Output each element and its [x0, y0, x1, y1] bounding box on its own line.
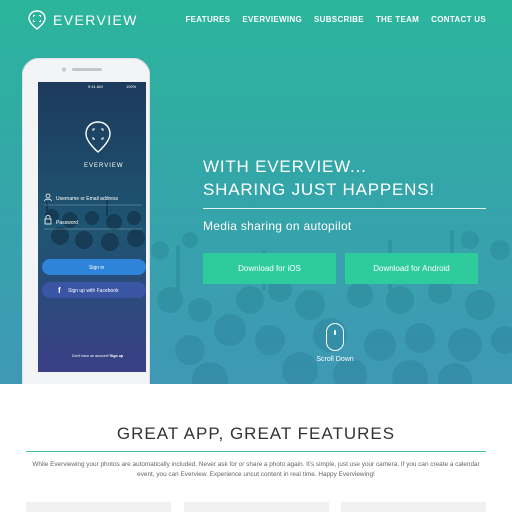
- location-pin-icon: [28, 10, 46, 30]
- hero-headline-line-1: WITH EVERVIEW...: [203, 157, 367, 176]
- nav-item-the-team[interactable]: THE TEAM: [376, 15, 419, 24]
- app-name: EVERVIEW: [84, 163, 124, 169]
- password-field[interactable]: Password: [56, 220, 78, 226]
- mouse-wheel: [334, 330, 336, 335]
- username-field[interactable]: Username or Email address: [56, 196, 118, 202]
- sign-up-link[interactable]: Sign up: [110, 354, 124, 358]
- phone-status-battery: 100%: [126, 84, 137, 89]
- scroll-down-label[interactable]: Scroll Down: [305, 356, 365, 363]
- sign-in-label: Sign in: [89, 265, 105, 271]
- top-navbar: EVERVIEW FEATURES EVERVIEWING SUBSCRIBE …: [0, 0, 512, 40]
- feature-card: [341, 502, 486, 512]
- feature-card: [26, 502, 171, 512]
- nav-item-subscribe[interactable]: SUBSCRIBE: [314, 15, 364, 24]
- download-android-button[interactable]: Download for Android: [345, 253, 478, 284]
- phone-status-time: 9:41 AM: [88, 84, 103, 89]
- nav-item-contact-us[interactable]: CONTACT US: [431, 15, 486, 24]
- no-account-text: Don't have an account?: [72, 354, 110, 358]
- features-divider: [26, 451, 486, 452]
- brand-name: EVERVIEW: [53, 12, 138, 28]
- phone-mockup: 9:41 AM 100% EVERVIEW Username or Email …: [22, 58, 150, 384]
- hero-headline: WITH EVERVIEW... SHARING JUST HAPPENS!: [203, 155, 435, 201]
- mouse-icon[interactable]: [326, 323, 344, 351]
- features-title: GREAT APP, GREAT FEATURES: [116, 424, 396, 443]
- brand-logo[interactable]: EVERVIEW: [26, 9, 138, 31]
- hero-section: EVERVIEW FEATURES EVERVIEWING SUBSCRIBE …: [0, 0, 512, 384]
- hero-divider: [203, 208, 486, 209]
- feature-card: [184, 502, 329, 512]
- download-ios-button[interactable]: Download for iOS: [203, 253, 336, 284]
- facebook-icon: f: [58, 286, 61, 295]
- nav-item-everviewing[interactable]: EVERVIEWING: [242, 15, 302, 24]
- features-description: While Everviewing your photos are automa…: [32, 461, 480, 478]
- nav-item-features[interactable]: FEATURES: [185, 15, 230, 24]
- nav-menu: FEATURES EVERVIEWING SUBSCRIBE THE TEAM …: [173, 15, 486, 24]
- hero-subheadline: Media sharing on autopilot: [203, 219, 352, 233]
- facebook-signup-label: Sign up with Facebook: [68, 288, 119, 294]
- hero-headline-line-2: SHARING JUST HAPPENS!: [203, 180, 435, 199]
